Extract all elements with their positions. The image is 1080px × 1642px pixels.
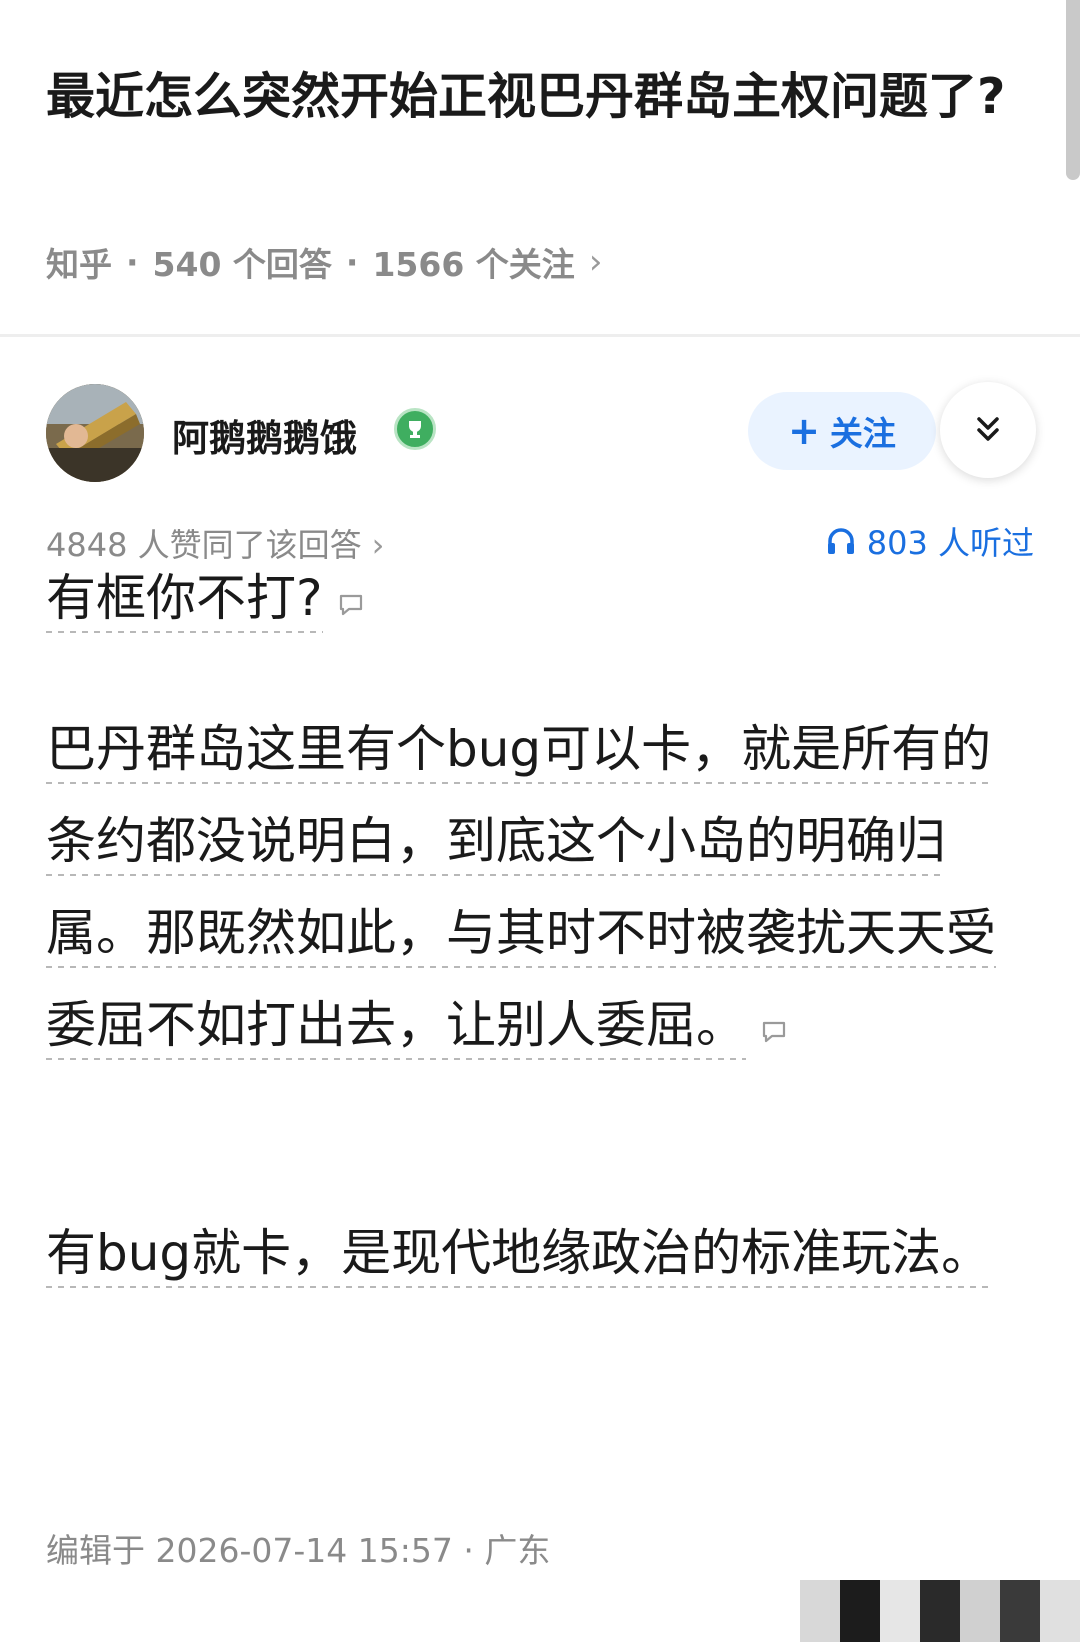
chevron-right-icon: › <box>588 242 603 282</box>
follow-label: 关注 <box>829 414 896 453</box>
plus-icon: + <box>788 409 820 453</box>
watermark-blur <box>800 1580 1080 1642</box>
answer-paragraph[interactable]: 巴丹群岛这里有个bug可以卡，就是所有的条约都没说明白，到底这个小岛的明确归属。… <box>46 703 1016 1075</box>
answer-paragraph[interactable]: 有bug就卡，是现代地缘政治的标准玩法。 <box>46 1207 1016 1299</box>
paragraph-text: 巴丹群岛这里有个bug可以卡，就是所有的条约都没说明白，到底这个小岛的明确归属。… <box>46 720 996 1060</box>
comment-bubble-icon[interactable] <box>337 556 365 648</box>
author-name[interactable]: 阿鹅鹅鹅饿 <box>172 408 357 462</box>
scrollbar[interactable] <box>1066 0 1080 180</box>
follow-button[interactable]: + 关注 <box>748 392 936 470</box>
meta-separator: · <box>345 242 359 282</box>
question-meta[interactable]: 知乎 · 540 个回答 · 1566 个关注 › <box>46 238 602 286</box>
answer-count: 540 个回答 <box>152 245 332 284</box>
expand-button[interactable] <box>940 382 1036 478</box>
question-title[interactable]: 最近怎么突然开始正视巴丹群岛主权问题了? <box>46 56 1006 137</box>
divider <box>0 334 1080 337</box>
trophy-badge-icon <box>394 408 436 450</box>
double-chevron-down-icon <box>977 417 999 441</box>
paragraph-text: 有框你不打? <box>46 569 323 633</box>
avatar[interactable] <box>46 384 144 482</box>
edit-info: 编辑于 2026-07-14 15:57 · 广东 <box>46 1531 551 1570</box>
paragraph-text: 有bug就卡，是现代地缘政治的标准玩法。 <box>46 1224 992 1288</box>
source-label: 知乎 <box>46 245 112 284</box>
meta-separator: · <box>126 242 139 282</box>
answer-paragraph[interactable]: 有框你不打? <box>46 552 1016 648</box>
follower-count: 1566 个关注 <box>372 245 575 284</box>
comment-bubble-icon[interactable] <box>760 983 788 1075</box>
